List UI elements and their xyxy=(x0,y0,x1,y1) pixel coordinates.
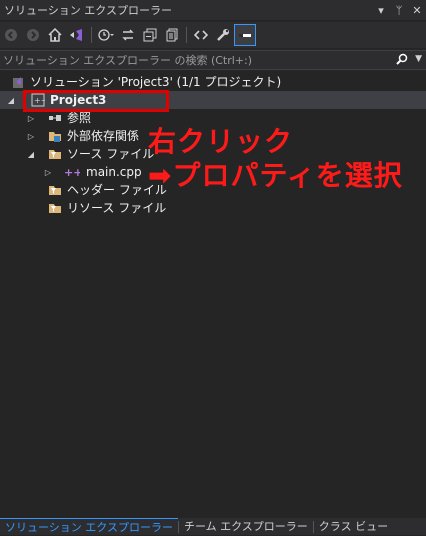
annotation-select-properties: ➡プロパティを選択 xyxy=(148,159,403,192)
tab-solution-explorer[interactable]: ソリューション エクスプローラー xyxy=(0,518,178,535)
filter-folder-icon xyxy=(47,182,63,198)
solution-icon xyxy=(11,74,27,90)
toolbar-separator xyxy=(186,27,187,43)
external-deps-folder-icon xyxy=(47,128,63,144)
tree-item-label: ソリューション 'Project3' (1/1 プロジェクト) xyxy=(30,75,282,89)
sync-icon xyxy=(122,29,134,41)
sync-button[interactable] xyxy=(117,24,139,46)
expanded-arrow-icon[interactable]: ◢ xyxy=(26,145,36,163)
properties-wrench-icon xyxy=(217,29,229,41)
tree-item-resource-files[interactable]: リソース ファイル xyxy=(0,199,426,217)
tree-item-label: リソース ファイル xyxy=(67,201,167,215)
view-code-icon xyxy=(194,30,208,40)
back-button[interactable] xyxy=(0,24,22,46)
tab-team-explorer[interactable]: チーム エクスプローラー xyxy=(179,518,313,535)
window-titlebar: ソリューション エクスプローラー ▾ ᛘ ✕ xyxy=(0,0,426,20)
forward-button[interactable] xyxy=(22,24,44,46)
search-icon[interactable] xyxy=(396,53,408,68)
properties-button[interactable] xyxy=(212,24,234,46)
forward-icon xyxy=(27,29,39,41)
collapse-all-button[interactable] xyxy=(139,24,161,46)
vs-switch-icon xyxy=(70,29,82,41)
show-all-files-button[interactable] xyxy=(161,24,183,46)
history-icon xyxy=(98,29,114,41)
preview-selected-button[interactable] xyxy=(234,24,256,46)
preview-selected-icon xyxy=(239,34,251,37)
highlight-box xyxy=(23,90,169,112)
window-title: ソリューション エクスプローラー xyxy=(4,4,172,17)
filter-folder-icon xyxy=(47,146,63,162)
close-icon[interactable]: ✕ xyxy=(410,4,424,17)
cpp-file-icon: ++ xyxy=(64,164,80,180)
references-icon xyxy=(47,110,63,126)
search-input[interactable] xyxy=(3,52,383,68)
back-icon xyxy=(5,29,17,41)
toolbar xyxy=(0,22,426,48)
collapsed-arrow-icon[interactable]: ▷ xyxy=(43,163,53,181)
window-controls: ▾ ᛘ ✕ xyxy=(374,0,424,20)
toolbar-separator xyxy=(91,27,92,43)
view-code-button[interactable] xyxy=(190,24,212,46)
collapsed-arrow-icon[interactable]: ▷ xyxy=(26,127,36,145)
history-button[interactable] xyxy=(95,24,117,46)
tree-item-label: main.cpp xyxy=(86,165,142,179)
search-bar: ▼ xyxy=(0,50,426,70)
home-icon xyxy=(48,28,62,42)
collapse-all-icon xyxy=(143,28,157,42)
home-button[interactable] xyxy=(44,24,66,46)
show-all-files-icon xyxy=(166,28,178,42)
bottom-tab-bar: ソリューション エクスプローラー チーム エクスプローラー クラス ビュー xyxy=(0,518,426,535)
filter-folder-icon xyxy=(47,200,63,216)
pin-icon[interactable]: ᛘ xyxy=(392,4,406,17)
expanded-arrow-icon[interactable]: ◢ xyxy=(6,91,16,109)
tab-class-view[interactable]: クラス ビュー xyxy=(314,518,393,535)
dropdown-icon[interactable]: ▾ xyxy=(374,4,388,17)
vs-switch-button[interactable] xyxy=(66,24,88,46)
search-options-dropdown-icon[interactable]: ▼ xyxy=(415,54,422,64)
svg-text:++: ++ xyxy=(64,166,80,179)
tree-item-label: ソース ファイル xyxy=(67,147,155,161)
tree-item-label: 外部依存関係 xyxy=(67,129,140,143)
tree-item-solution[interactable]: ソリューション 'Project3' (1/1 プロジェクト) xyxy=(0,73,426,91)
